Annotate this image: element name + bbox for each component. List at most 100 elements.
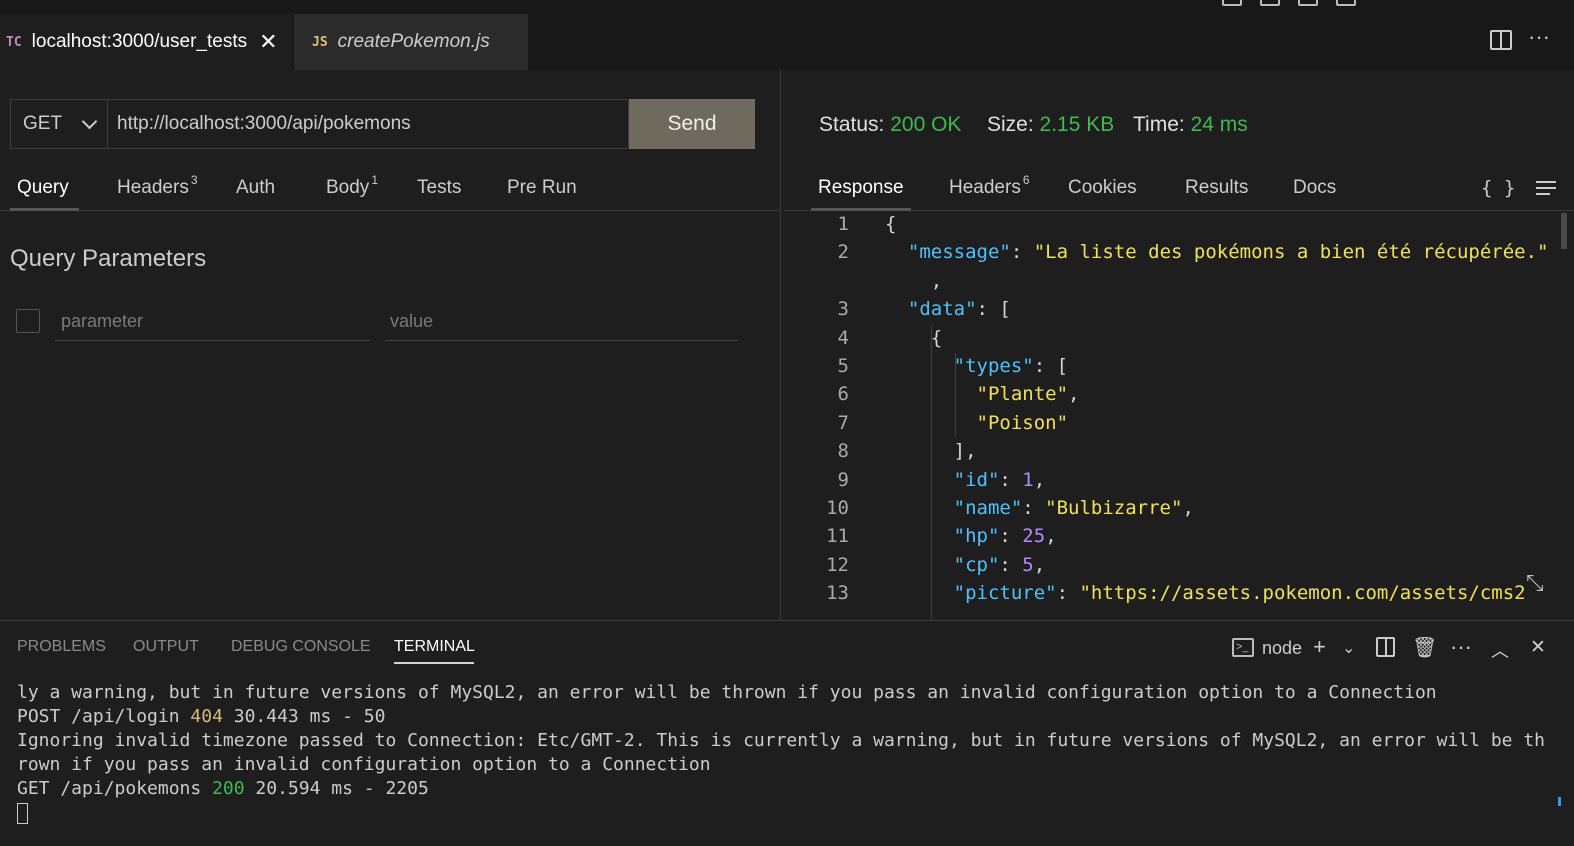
terminal-shell-label[interactable]: node bbox=[1262, 638, 1302, 659]
query-parameters-title: Query Parameters bbox=[10, 245, 207, 272]
count-badge: 1 bbox=[371, 173, 378, 187]
tab-create-pokemon-js[interactable]: JS createPokemon.js bbox=[294, 14, 528, 70]
tab-label: Results bbox=[1185, 177, 1249, 198]
add-icon[interactable]: + bbox=[1313, 634, 1326, 660]
url-input[interactable] bbox=[107, 99, 629, 149]
tab-terminal[interactable]: TERMINAL bbox=[394, 638, 475, 656]
status-label: Status: bbox=[819, 113, 885, 136]
code-text: "types": [ bbox=[953, 355, 1069, 377]
close-icon[interactable]: ✕ bbox=[1530, 636, 1546, 659]
count-badge: 3 bbox=[190, 173, 198, 187]
word-wrap-icon[interactable] bbox=[1536, 181, 1556, 195]
terminal-line: ly a warning, but in future versions of … bbox=[17, 682, 1437, 703]
format-json-icon[interactable]: { } bbox=[1481, 177, 1515, 199]
response-body-viewer[interactable]: 1 {2 "message": "La liste des pokémons a … bbox=[781, 213, 1571, 620]
value-input[interactable] bbox=[385, 303, 738, 341]
terminal-output[interactable]: ly a warning, but in future versions of … bbox=[17, 681, 1547, 825]
tab-docs[interactable]: Docs bbox=[1293, 177, 1336, 199]
code-text: "picture": "https://assets.pokemon.com/a… bbox=[953, 582, 1526, 605]
line-number: 5 bbox=[837, 355, 849, 377]
tab-label: Query bbox=[17, 177, 69, 198]
request-panel: GET Send Query Headers3 Auth Body1 Tests… bbox=[0, 70, 780, 620]
chevron-down-icon[interactable]: ⌄ bbox=[1342, 638, 1355, 658]
tab-output[interactable]: OUTPUT bbox=[133, 638, 199, 656]
scrollbar-thumb[interactable] bbox=[1561, 213, 1567, 249]
more-icon[interactable]: ··· bbox=[1450, 634, 1472, 660]
tab-body[interactable]: Body 1 bbox=[326, 173, 378, 199]
code-text: , bbox=[885, 269, 943, 292]
trash-icon[interactable]: 🗑 bbox=[1412, 635, 1437, 660]
tab-response[interactable]: Response bbox=[818, 177, 904, 199]
tab-thunder-client-request[interactable]: TC localhost:3000/user_tests ✕ bbox=[0, 14, 292, 70]
parameter-input[interactable] bbox=[55, 303, 370, 341]
method-value: GET bbox=[23, 113, 63, 134]
terminal-line: Ignoring invalid timezone passed to Conn… bbox=[17, 730, 1546, 775]
tab-label: Docs bbox=[1293, 177, 1337, 198]
chevron-down-icon bbox=[81, 113, 98, 130]
send-button[interactable]: Send bbox=[629, 99, 755, 149]
size-label: Size: bbox=[987, 113, 1034, 136]
tab-auth[interactable]: Auth bbox=[236, 177, 275, 199]
tab-problems[interactable]: PROBLEMS bbox=[17, 638, 106, 656]
terminal-line: GET /api/pokemons 200 20.594 ms - 2205 bbox=[17, 778, 429, 799]
code-text: { bbox=[885, 213, 897, 235]
active-tab-indicator bbox=[10, 208, 79, 211]
expand-icon[interactable]: ⤡ bbox=[1526, 570, 1544, 596]
tab-label: Cookies bbox=[1068, 177, 1137, 198]
more-actions-icon[interactable]: ··· bbox=[1528, 24, 1550, 50]
active-tab-indicator bbox=[394, 662, 474, 664]
tab-query[interactable]: Query bbox=[17, 177, 69, 199]
tab-results[interactable]: Results bbox=[1185, 177, 1248, 199]
tab-label: Headers bbox=[949, 177, 1021, 198]
time-stat: Time: 24 ms bbox=[1133, 113, 1248, 137]
menu-bar bbox=[0, 0, 1574, 14]
terminal-prompt[interactable] bbox=[17, 801, 1547, 825]
split-editor-icon[interactable] bbox=[1490, 30, 1512, 50]
terminal-line: POST /api/login 404 30.443 ms - 50 bbox=[17, 706, 386, 727]
active-tab-indicator bbox=[811, 208, 911, 211]
editor-tab-bar: TC localhost:3000/user_tests ✕ JS create… bbox=[0, 14, 1574, 70]
tab-pre-run[interactable]: Pre Run bbox=[507, 177, 577, 199]
bottom-panel: PROBLEMS OUTPUT DEBUG CONSOLE TERMINAL >… bbox=[0, 620, 1574, 846]
close-icon[interactable]: ✕ bbox=[259, 29, 277, 55]
tab-debug-console[interactable]: DEBUG CONSOLE bbox=[231, 638, 371, 656]
customize-layout-icon[interactable] bbox=[1336, 0, 1356, 6]
method-select[interactable]: GET bbox=[10, 99, 108, 149]
tab-title: createPokemon.js bbox=[337, 31, 490, 52]
terminal-cursor bbox=[17, 802, 28, 824]
response-tabs: Response Headers 6 Cookies Results Docs bbox=[784, 170, 1574, 211]
code-text: "name": "Bulbizarre", bbox=[953, 497, 1194, 519]
tab-cookies[interactable]: Cookies bbox=[1068, 177, 1137, 199]
code-text: "Plante", bbox=[976, 383, 1080, 406]
request-tabs: Query Headers 3 Auth Body 1 Tests Pre Run bbox=[0, 170, 780, 211]
tab-tests[interactable]: Tests bbox=[417, 177, 461, 199]
panel-toggle-icon[interactable] bbox=[1260, 0, 1280, 6]
code-text: "data": [ bbox=[907, 298, 1011, 321]
code-text: "Poison" bbox=[976, 411, 1069, 434]
tab-label: Auth bbox=[236, 177, 276, 198]
param-enable-checkbox[interactable] bbox=[16, 309, 40, 333]
terminal-shell-icon[interactable]: >_ bbox=[1232, 638, 1254, 657]
status-value: 200 OK bbox=[890, 113, 962, 136]
line-number: 10 bbox=[826, 497, 849, 519]
split-terminal-icon[interactable] bbox=[1376, 637, 1395, 657]
code-text: ], bbox=[885, 440, 977, 463]
time-label: Time: bbox=[1133, 113, 1185, 136]
layout-icon[interactable] bbox=[1222, 0, 1242, 6]
size-stat: Size: 2.15 KB bbox=[987, 113, 1114, 137]
count-badge: 6 bbox=[1022, 173, 1030, 187]
tab-label: Response bbox=[818, 177, 904, 198]
tab-label: Tests bbox=[417, 177, 462, 198]
time-value: 24 ms bbox=[1190, 113, 1248, 136]
sidebar-toggle-icon[interactable] bbox=[1298, 0, 1318, 6]
line-number: 11 bbox=[826, 525, 849, 548]
code-text: "message": "La liste des pokémons a bien… bbox=[907, 241, 1549, 264]
code-text: "id": 1, bbox=[953, 468, 1046, 491]
tab-headers[interactable]: Headers 3 bbox=[117, 173, 198, 199]
tab-response-headers[interactable]: Headers 6 bbox=[949, 173, 1030, 199]
code-text: { bbox=[885, 326, 943, 349]
status-stat: Status: 200 OK bbox=[819, 113, 961, 137]
line-number: 2 bbox=[837, 241, 849, 264]
javascript-file-icon: JS bbox=[312, 34, 328, 50]
chevron-up-icon[interactable]: ︿ bbox=[1491, 637, 1509, 663]
